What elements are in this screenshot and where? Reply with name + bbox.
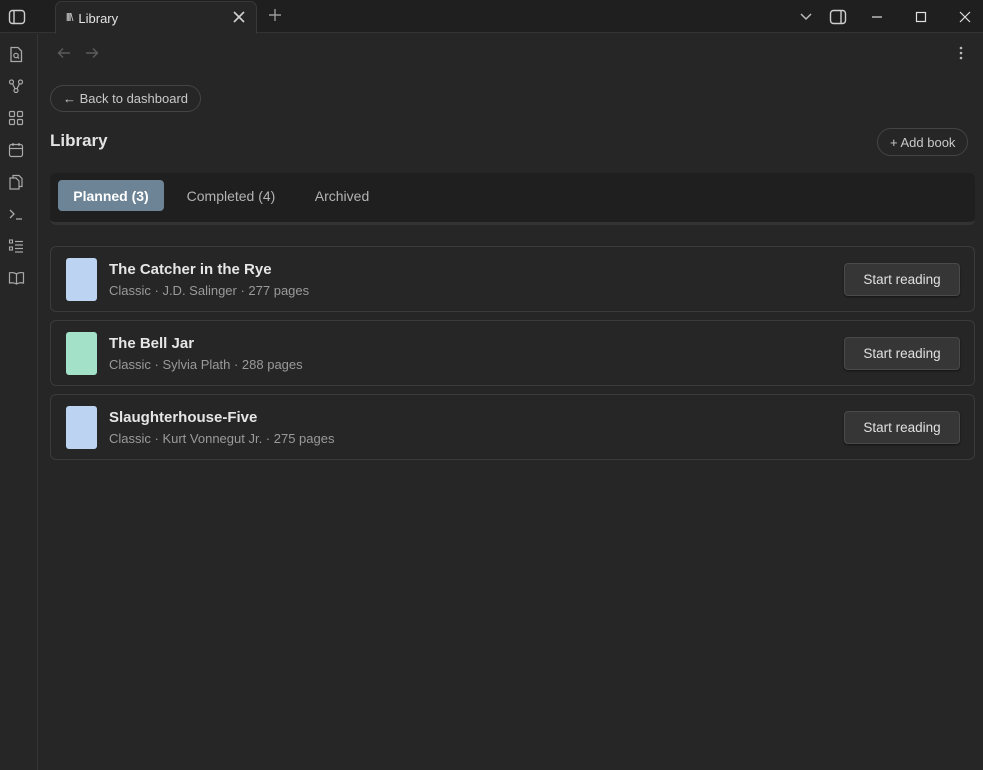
pages-icon[interactable]: [7, 173, 25, 191]
graph-icon[interactable]: [7, 77, 25, 95]
book-title: The Bell Jar: [109, 335, 195, 352]
new-tab-icon[interactable]: [266, 6, 284, 24]
book-meta: Classic · Kurt Vonnegut Jr. · 275 pages: [109, 431, 335, 446]
start-reading-button[interactable]: Start reading: [844, 411, 960, 444]
calendar-icon[interactable]: [7, 141, 25, 159]
tab-label: Library: [78, 10, 119, 26]
page-title: Library: [50, 131, 108, 150]
window-close-icon[interactable]: [949, 0, 981, 33]
book-cover: [66, 406, 97, 449]
book-title: Slaughterhouse-Five: [109, 409, 258, 426]
grid-icon[interactable]: [7, 109, 25, 127]
search-file-icon[interactable]: [7, 45, 25, 63]
library-icon: lll\: [66, 12, 73, 24]
book-cover: [66, 258, 97, 301]
tab-archived[interactable]: Archived: [302, 180, 382, 211]
terminal-icon[interactable]: [7, 205, 25, 223]
add-book-button[interactable]: + Add book: [877, 128, 969, 156]
more-options-icon[interactable]: [952, 44, 970, 62]
start-reading-button[interactable]: Start reading: [844, 337, 960, 370]
nav-back-icon[interactable]: [55, 44, 73, 62]
book-icon[interactable]: [7, 269, 25, 287]
left-ribbon: [0, 34, 38, 770]
book-cover: [66, 332, 97, 375]
nav-forward-icon[interactable]: [83, 44, 101, 62]
tab-library[interactable]: lll\ Library: [55, 1, 257, 34]
sidebar-toggle-icon[interactable]: [0, 0, 34, 33]
chevron-down-icon[interactable]: [790, 0, 822, 33]
tab-planned[interactable]: Planned (3): [58, 180, 164, 211]
book-card: The Bell Jar Classic · Sylvia Plath · 28…: [50, 320, 975, 386]
book-meta: Classic · J.D. Salinger · 277 pages: [109, 283, 310, 298]
back-to-dashboard-button[interactable]: ← Back to dashboard: [50, 85, 202, 112]
close-icon[interactable]: [232, 10, 246, 24]
maximize-icon[interactable]: [905, 0, 937, 33]
sidebar-right-icon[interactable]: [822, 0, 854, 33]
book-card: Slaughterhouse-Five Classic · Kurt Vonne…: [50, 394, 975, 460]
book-meta: Classic · Sylvia Plath · 288 pages: [109, 357, 303, 372]
title-bar: lll\ Library: [0, 0, 983, 34]
start-reading-button[interactable]: Start reading: [844, 263, 960, 296]
list-icon[interactable]: [7, 237, 25, 255]
tab-completed[interactable]: Completed (4): [176, 180, 286, 211]
book-card: The Catcher in the Rye Classic · J.D. Sa…: [50, 246, 975, 312]
book-title: The Catcher in the Rye: [109, 261, 272, 278]
minimize-icon[interactable]: [861, 0, 893, 33]
status-tab-bar: Planned (3) Completed (4) Archived: [50, 173, 975, 225]
